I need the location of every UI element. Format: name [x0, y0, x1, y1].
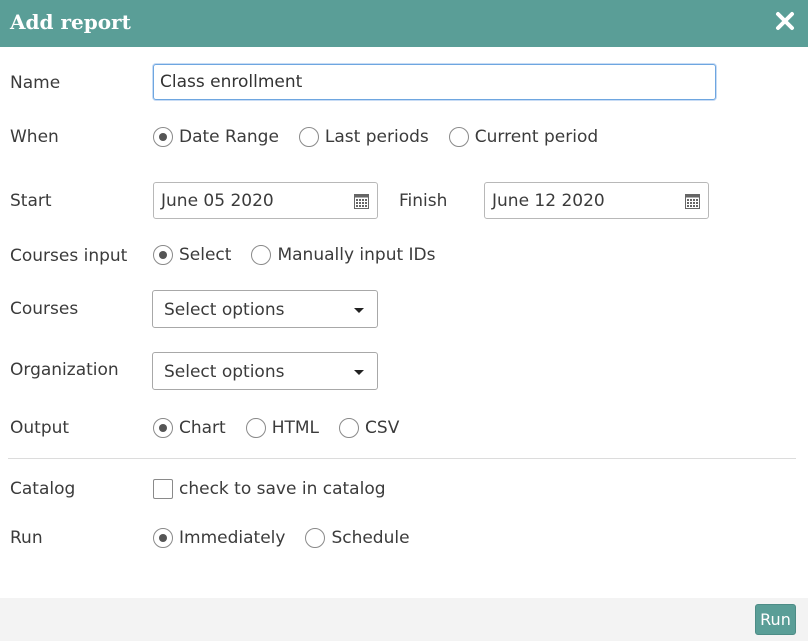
catalog-label: Catalog — [10, 479, 76, 499]
save-in-catalog-label: check to save in catalog — [179, 479, 386, 499]
start-date-input[interactable]: June 05 2020 — [153, 182, 378, 219]
caret-down-icon — [354, 370, 364, 375]
courses-input-radio-group: Select Manually input IDs — [153, 245, 436, 265]
radio-button[interactable] — [339, 418, 360, 438]
output-option-chart[interactable]: Chart — [153, 418, 226, 438]
radio-button[interactable] — [153, 127, 173, 147]
radio-button[interactable] — [251, 245, 272, 265]
when-option-last-periods[interactable]: Last periods — [298, 127, 429, 147]
run-button[interactable]: Run — [755, 604, 796, 635]
radio-button[interactable] — [305, 528, 326, 548]
start-date-value: June 05 2020 — [161, 191, 274, 211]
caret-down-icon — [354, 308, 364, 313]
courses-select-value: Select options — [164, 300, 285, 320]
save-in-catalog-checkbox-row[interactable]: check to save in catalog — [153, 479, 386, 499]
start-label: Start — [10, 191, 52, 211]
courses-input-option-manual-ids[interactable]: Manually input IDs — [251, 245, 436, 265]
organization-select[interactable]: Select options — [152, 352, 378, 390]
output-option-csv[interactable]: CSV — [339, 418, 399, 438]
output-label: Output — [10, 418, 70, 438]
radio-button[interactable] — [153, 528, 173, 548]
save-in-catalog-checkbox[interactable] — [153, 479, 173, 499]
calendar-icon[interactable] — [685, 193, 700, 209]
radio-button[interactable] — [153, 418, 173, 438]
radio-button[interactable] — [448, 127, 469, 147]
run-option-schedule[interactable]: Schedule — [305, 528, 410, 548]
calendar-icon[interactable] — [354, 193, 369, 209]
name-label: Name — [10, 73, 61, 93]
dialog-footer: Run — [0, 598, 808, 641]
output-option-html[interactable]: HTML — [245, 418, 319, 438]
courses-label: Courses — [10, 299, 79, 319]
when-option-date-range[interactable]: Date Range — [153, 127, 279, 147]
radio-button[interactable] — [153, 245, 173, 265]
finish-date-value: June 12 2020 — [492, 191, 605, 211]
output-radio-group: Chart HTML CSV — [153, 418, 399, 438]
radio-button[interactable] — [245, 418, 266, 438]
dialog-title: Add report — [10, 10, 131, 34]
run-option-immediately[interactable]: Immediately — [153, 528, 285, 548]
close-icon[interactable] — [774, 10, 796, 32]
section-divider — [8, 458, 796, 459]
when-radio-group: Date Range Last periods Current period — [153, 127, 598, 147]
organization-select-value: Select options — [164, 362, 285, 382]
finish-label: Finish — [399, 191, 448, 211]
run-label: Run — [10, 528, 43, 548]
when-option-current-period[interactable]: Current period — [448, 127, 598, 147]
dialog-header: Add report — [0, 0, 808, 47]
add-report-dialog: Add report Name When Date Range Last per… — [0, 0, 808, 641]
report-name-input[interactable] — [153, 64, 716, 100]
courses-select[interactable]: Select options — [152, 290, 378, 328]
finish-date-input[interactable]: June 12 2020 — [484, 182, 709, 219]
courses-input-option-select[interactable]: Select — [153, 245, 231, 265]
run-radio-group: Immediately Schedule — [153, 528, 410, 548]
organization-label: Organization — [10, 360, 119, 380]
radio-button[interactable] — [298, 127, 319, 147]
courses-input-label: Courses input — [10, 246, 128, 266]
when-label: When — [10, 127, 59, 147]
